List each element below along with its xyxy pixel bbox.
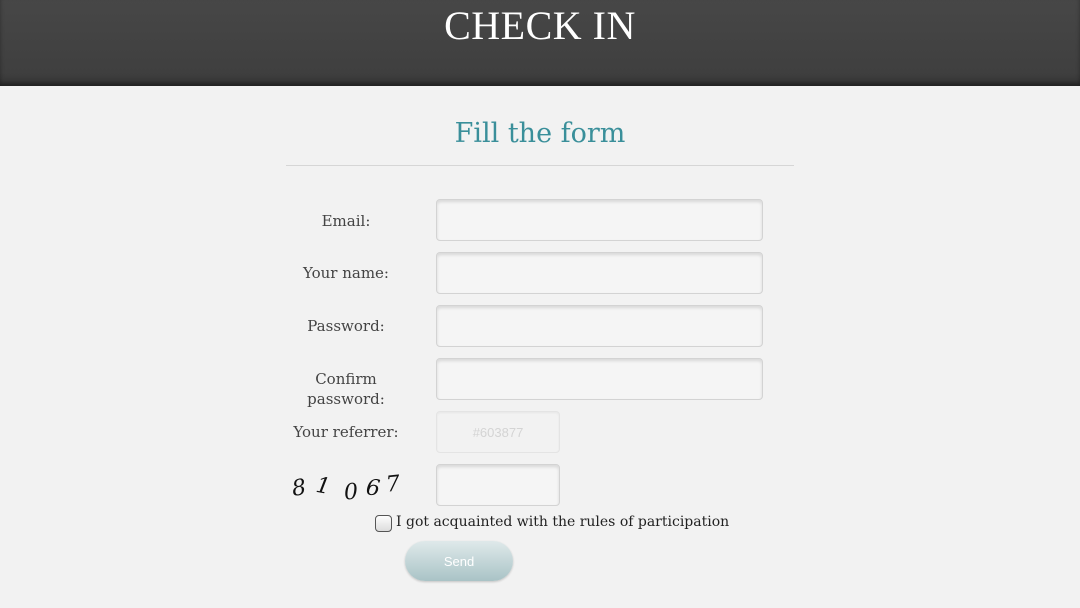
captcha-digit: 6: [364, 475, 382, 502]
confirm-password-label-line2: password:: [307, 390, 385, 408]
divider: [286, 165, 794, 166]
referrer-label: Your referrer:: [293, 423, 399, 441]
captcha-digit: 8: [290, 475, 308, 502]
header-bar: CHECK IN: [0, 0, 1080, 86]
captcha-image: 8 1 0 6 7: [290, 471, 410, 506]
form-heading: Fill the form: [454, 118, 626, 149]
confirm-password-label-line1: Confirm: [315, 370, 377, 388]
rules-checkbox-label[interactable]: I got acquainted with the rules of parti…: [396, 514, 729, 530]
name-field[interactable]: [436, 252, 763, 294]
email-field[interactable]: [436, 199, 763, 241]
confirm-password-label: Confirm password:: [276, 369, 416, 409]
referrer-field: [436, 411, 560, 453]
password-label: Password:: [307, 317, 385, 335]
email-label: Email:: [321, 212, 371, 230]
name-label: Your name:: [303, 264, 389, 282]
captcha-digit: 7: [384, 471, 402, 498]
captcha-digit: 0: [343, 479, 359, 506]
confirm-password-field[interactable]: [436, 358, 763, 400]
captcha-field[interactable]: [436, 464, 560, 506]
send-button[interactable]: Send: [405, 541, 513, 581]
page-title: CHECK IN: [444, 3, 636, 48]
captcha-digit: 1: [313, 472, 333, 501]
password-field[interactable]: [436, 305, 763, 347]
rules-checkbox[interactable]: [375, 515, 392, 532]
